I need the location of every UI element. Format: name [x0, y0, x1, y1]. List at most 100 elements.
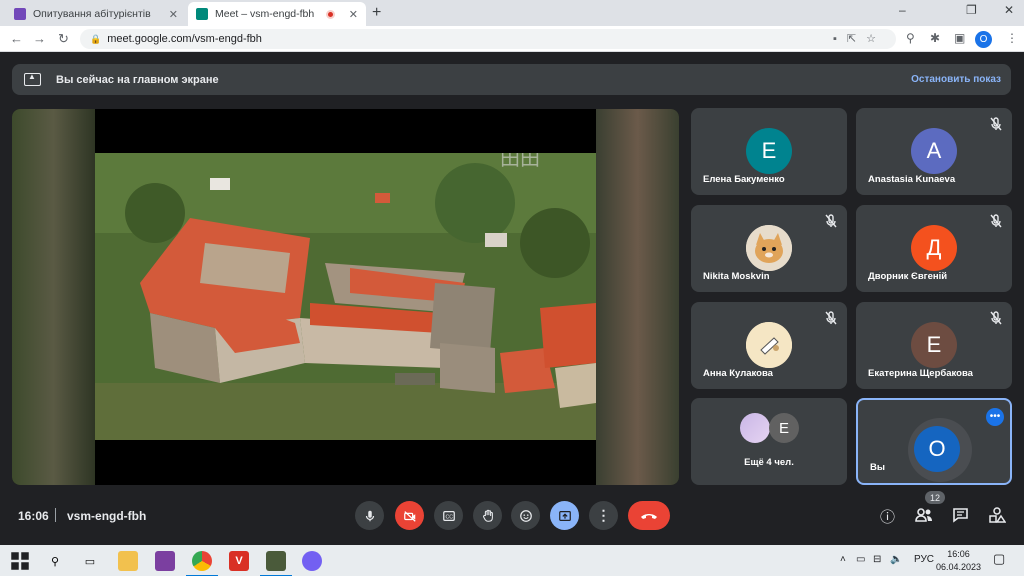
new-tab-button[interactable]: +: [372, 4, 381, 22]
meeting-code: vsm-engd-fbh: [67, 509, 147, 523]
screen: Опитування абітурієнтів ✕ Meet – vsm-eng…: [0, 0, 1024, 576]
avatar: Е: [746, 128, 792, 174]
avatar: A: [911, 128, 957, 174]
mic-off-icon: [990, 214, 1002, 228]
windows-start-icon[interactable]: [10, 551, 30, 571]
browser-tabstrip: Опитування абітурієнтів ✕ Meet – vsm-eng…: [0, 0, 1024, 26]
participant-tile[interactable]: Анна Кулакова: [691, 302, 847, 389]
more-participants-label: Ещё 4 чел.: [744, 457, 794, 468]
svg-text:田田: 田田: [500, 153, 540, 170]
close-tab-icon[interactable]: ✕: [169, 8, 178, 21]
maximize-button[interactable]: ❐: [966, 3, 977, 17]
camera-button[interactable]: [395, 501, 424, 530]
pin-icon[interactable]: ⚲: [906, 31, 915, 45]
tab-survey[interactable]: Опитування абітурієнтів ✕: [6, 2, 186, 26]
participant-name: Екатерина Щербакова: [868, 368, 973, 379]
mic-off-icon: [825, 311, 837, 325]
chrome-icon[interactable]: [186, 551, 218, 576]
present-icon: [24, 72, 41, 86]
activities-icon[interactable]: [988, 506, 1006, 524]
volume-icon[interactable]: 🔈: [890, 554, 902, 565]
participant-tile[interactable]: Д Дворник Євгеній: [856, 205, 1012, 292]
drawing-avatar: [746, 322, 792, 368]
presenting-text: Вы сейчас на главном экране: [56, 73, 219, 86]
recording-icon: [325, 9, 335, 19]
present-screen-icon: [558, 510, 571, 521]
mic-icon: [365, 510, 374, 521]
captions-button[interactable]: CC: [434, 501, 463, 530]
close-window-button[interactable]: ✕: [1004, 3, 1014, 17]
task-view-icon[interactable]: ▭: [80, 551, 100, 571]
svg-text:CC: CC: [445, 514, 453, 520]
participant-tile[interactable]: Nikita Moskvin: [691, 205, 847, 292]
emoji-icon: [519, 509, 532, 522]
participant-tile[interactable]: Е Екатерина Щербакова: [856, 302, 1012, 389]
present-button[interactable]: [550, 501, 579, 530]
viber-icon[interactable]: [302, 551, 322, 571]
blur-left: [12, 109, 95, 485]
people-icon[interactable]: [915, 507, 933, 523]
leave-call-button[interactable]: [628, 501, 670, 530]
lock-icon: 🔒: [90, 33, 102, 44]
windows-taskbar: ⚲ ▭ V ˄ ▭ ⊟ 🔈 РУС 16:06 06.04.2023 ▢: [0, 545, 1024, 576]
close-tab-icon[interactable]: ✕: [349, 8, 358, 21]
participant-count-badge: 12: [925, 491, 945, 504]
avatar: Д: [911, 225, 957, 271]
network-icon[interactable]: ⊟: [873, 554, 881, 565]
presenting-banner: Вы сейчас на главном экране Остановить п…: [12, 64, 1011, 95]
more-vert-icon: ⋮: [596, 507, 611, 523]
tray-chevron-icon[interactable]: ˄: [840, 554, 846, 565]
reload-icon[interactable]: ↻: [58, 31, 69, 47]
more-options-button[interactable]: ⋮: [589, 501, 618, 530]
meeting-time: 16:06: [18, 509, 49, 523]
avatar: Е: [769, 413, 799, 443]
mic-off-icon: [990, 311, 1002, 325]
save-app-icon[interactable]: [155, 551, 175, 571]
camera-off-icon: [403, 510, 416, 522]
browser-toolbar: ← → ↻ 🔒 meet.google.com/vsm-engd-fbh ▪⇱☆…: [0, 26, 1024, 52]
search-icon[interactable]: ⚲: [45, 551, 65, 571]
file-explorer-icon[interactable]: [118, 551, 138, 571]
self-name: Вы: [870, 462, 885, 473]
microphone-button[interactable]: [355, 501, 384, 530]
participant-tile[interactable]: Е Елена Бакуменко: [691, 108, 847, 195]
captions-icon: CC: [442, 510, 455, 521]
vivaldi-icon[interactable]: V: [229, 551, 249, 571]
sidepanel-icon[interactable]: ▣: [954, 31, 965, 45]
more-options-icon[interactable]: •••: [986, 408, 1004, 426]
video-editor-icon[interactable]: [260, 551, 292, 576]
address-bar[interactable]: 🔒 meet.google.com/vsm-engd-fbh ▪⇱☆: [80, 29, 896, 49]
tab-meet[interactable]: Meet – vsm-engd-fbh ✕: [188, 2, 366, 26]
tray-app-icon[interactable]: ▭: [856, 554, 865, 565]
mic-off-icon: [990, 117, 1002, 131]
self-avatar: O: [914, 426, 960, 472]
back-icon[interactable]: ←: [10, 31, 23, 46]
chat-icon[interactable]: [952, 507, 969, 523]
language-indicator[interactable]: РУС: [914, 554, 934, 565]
participant-name: Анна Кулакова: [703, 368, 773, 379]
participant-name: Anastasia Kunaeva: [868, 174, 956, 185]
self-tile[interactable]: O ••• Вы: [856, 398, 1012, 485]
avatar: Е: [911, 322, 957, 368]
extensions-icon[interactable]: ✱: [930, 31, 940, 45]
minimize-button[interactable]: –: [899, 3, 906, 17]
forward-icon[interactable]: →: [33, 31, 46, 46]
raise-hand-button[interactable]: [473, 501, 502, 530]
info-icon[interactable]: ⓘ: [880, 506, 895, 527]
participant-name: Елена Бакуменко: [703, 174, 785, 185]
clock[interactable]: 16:06 06.04.2023: [936, 548, 981, 574]
participant-name: Nikita Moskvin: [703, 271, 770, 282]
menu-icon[interactable]: ⋮: [1006, 31, 1018, 45]
presentation-stage: 田田: [12, 109, 679, 485]
reactions-button[interactable]: [511, 501, 540, 530]
cat-avatar: [746, 225, 792, 271]
more-participants-tile[interactable]: Е Ещё 4 чел.: [691, 398, 847, 485]
end-call-icon: [641, 513, 657, 519]
stop-presenting-button[interactable]: Остановить показ: [911, 74, 1001, 85]
forms-icon: [14, 8, 26, 20]
notifications-icon[interactable]: ▢: [993, 551, 1005, 567]
profile-avatar[interactable]: O: [975, 31, 992, 48]
participant-tile[interactable]: A Anastasia Kunaeva: [856, 108, 1012, 195]
omnibox-actions: ▪⇱☆: [833, 33, 886, 45]
clock-date: 06.04.2023: [936, 562, 982, 572]
